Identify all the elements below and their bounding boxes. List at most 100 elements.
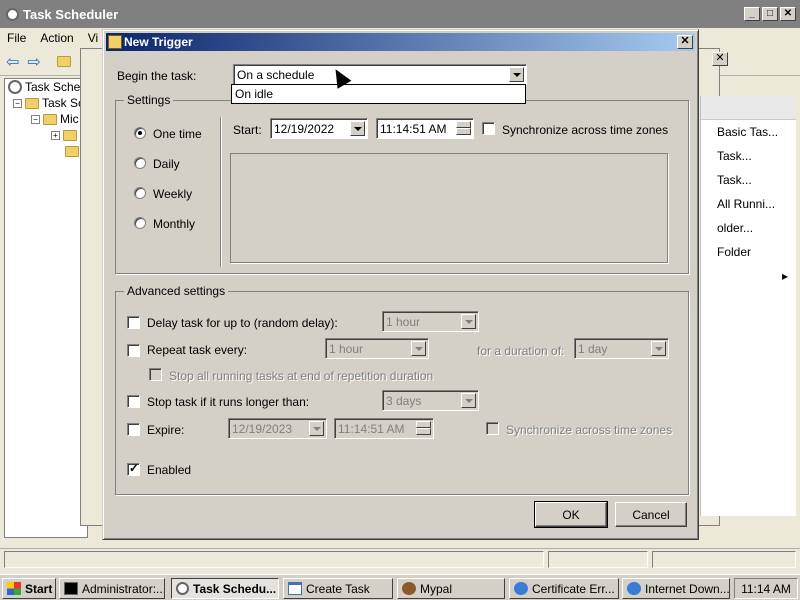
taskbar-item-label: Create Task: [306, 581, 370, 596]
chevron-down-icon[interactable]: [461, 393, 476, 408]
taskbar-item-label: Internet Down...: [645, 581, 730, 596]
action-item[interactable]: All Runni...: [701, 192, 796, 216]
tree-row-folder[interactable]: [5, 143, 87, 159]
enabled-label[interactable]: Enabled: [147, 463, 191, 477]
up-folder-icon[interactable]: [56, 56, 71, 67]
expire-time-spinner[interactable]: 11:14:51 AM: [334, 418, 434, 439]
tree-row-microsoft[interactable]: − Mic: [5, 111, 87, 127]
radio-monthly[interactable]: [134, 217, 146, 229]
taskbar-item[interactable]: Mypal: [397, 578, 505, 599]
radio-monthly-label[interactable]: Monthly: [153, 217, 195, 231]
chevron-down-icon[interactable]: [411, 341, 426, 356]
radio-daily-label[interactable]: Daily: [153, 157, 180, 171]
duration-value: 1 day: [578, 341, 608, 356]
taskbar-item-label: Mypal: [420, 581, 453, 596]
console-icon: [64, 582, 78, 595]
chevron-down-icon[interactable]: [509, 67, 524, 82]
dropdown-option-on-idle[interactable]: On idle: [235, 87, 273, 101]
radio-weekly[interactable]: [134, 187, 146, 199]
start-date-value: 12/19/2022: [274, 121, 335, 136]
actions-header: [701, 96, 796, 120]
maximize-button[interactable]: □: [762, 7, 778, 21]
spinner-arrows-icon[interactable]: [456, 121, 471, 136]
spinner-arrows-icon[interactable]: [416, 421, 431, 436]
tree-row-folder[interactable]: +: [5, 127, 87, 143]
delay-label[interactable]: Delay task for up to (random delay):: [147, 316, 338, 330]
menu-action[interactable]: Action: [33, 31, 80, 45]
ok-button[interactable]: OK: [534, 501, 608, 528]
minimize-button[interactable]: _: [744, 7, 760, 21]
back-arrow-icon[interactable]: ⇦: [6, 52, 19, 72]
taskbar: Start Administrator:... Task Schedu... C…: [0, 574, 800, 600]
duration-combo[interactable]: 1 day: [574, 338, 669, 359]
taskbar-item-label: Task Schedu...: [193, 581, 277, 596]
expire-sync-label: Synchronize across time zones: [506, 423, 673, 437]
expire-sync-checkbox[interactable]: [486, 422, 499, 435]
stop-task-label[interactable]: Stop task if it runs longer than:: [147, 395, 309, 409]
expire-time-value: 11:14:51 AM: [338, 421, 405, 436]
start-time-value: 11:14:51 AM: [380, 121, 447, 136]
chevron-down-icon[interactable]: [461, 314, 476, 329]
delay-checkbox[interactable]: [127, 316, 140, 329]
begin-task-combo[interactable]: On a schedule: [233, 64, 527, 85]
clock-icon: [176, 582, 189, 595]
windows-logo-icon: [7, 582, 21, 595]
menu-file[interactable]: File: [0, 31, 33, 45]
start-date-picker[interactable]: 12/19/2022: [270, 118, 368, 139]
start-button[interactable]: Start: [2, 578, 56, 599]
start-time-spinner[interactable]: 11:14:51 AM: [376, 118, 474, 139]
repeat-label[interactable]: Repeat task every:: [147, 343, 247, 357]
behind-close-icon[interactable]: ✕: [712, 52, 728, 66]
stop-task-checkbox[interactable]: [127, 395, 140, 408]
taskbar-item-label: Administrator:...: [82, 581, 165, 596]
system-tray-clock[interactable]: 11:14 AM: [734, 578, 798, 599]
chevron-right-icon[interactable]: ▸: [701, 264, 796, 288]
taskbar-item[interactable]: Task Schedu...: [171, 578, 279, 599]
expire-checkbox[interactable]: [127, 423, 140, 436]
repeat-combo[interactable]: 1 hour: [325, 338, 429, 359]
chevron-down-icon[interactable]: [350, 121, 365, 136]
chevron-down-icon[interactable]: [651, 341, 666, 356]
stop-task-value: 3 days: [386, 393, 422, 408]
radio-one-time[interactable]: [134, 127, 146, 139]
taskbar-item[interactable]: Certificate Err...: [509, 578, 619, 599]
expand-icon[interactable]: +: [51, 130, 60, 140]
settings-legend: Settings: [124, 93, 174, 107]
taskbar-item[interactable]: Administrator:...: [59, 578, 165, 599]
action-item[interactable]: Basic Tas...: [701, 120, 796, 144]
radio-one-time-label[interactable]: One time: [153, 127, 202, 141]
clock-text: 11:14 AM: [741, 581, 791, 596]
expire-date-picker[interactable]: 12/19/2023: [228, 418, 327, 439]
radio-daily[interactable]: [134, 157, 146, 169]
repeat-value: 1 hour: [329, 341, 364, 356]
taskbar-item[interactable]: Create Task: [283, 578, 393, 599]
repeat-checkbox[interactable]: [127, 344, 140, 357]
status-bar: [0, 548, 800, 570]
stop-task-combo[interactable]: 3 days: [382, 390, 479, 411]
cancel-button[interactable]: Cancel: [615, 502, 687, 527]
globe-icon: [514, 582, 528, 595]
action-item[interactable]: Task...: [701, 168, 796, 192]
collapse-icon[interactable]: −: [13, 98, 22, 108]
stop-all-checkbox[interactable]: [149, 368, 162, 381]
close-button[interactable]: ✕: [780, 7, 796, 21]
radio-weekly-label[interactable]: Weekly: [153, 187, 192, 201]
tree-row-root[interactable]: Task Sched: [5, 79, 87, 95]
stop-all-label: Stop all running tasks at end of repetit…: [169, 369, 434, 383]
forward-arrow-icon[interactable]: ⇨: [27, 52, 40, 72]
delay-combo[interactable]: 1 hour: [382, 311, 479, 332]
action-item[interactable]: Task...: [701, 144, 796, 168]
sync-timezones-label[interactable]: Synchronize across time zones: [502, 123, 668, 137]
enabled-checkbox[interactable]: [127, 461, 140, 476]
chevron-down-icon[interactable]: [309, 421, 324, 436]
dialog-titlebar: New Trigger ✕: [106, 33, 695, 51]
dialog-close-button[interactable]: ✕: [677, 35, 693, 49]
collapse-icon[interactable]: −: [31, 114, 40, 124]
sync-timezones-checkbox[interactable]: [482, 122, 495, 135]
tree-row-library[interactable]: − Task Sc: [5, 95, 87, 111]
status-pane: [4, 551, 544, 568]
expire-label[interactable]: Expire:: [147, 423, 184, 437]
taskbar-item[interactable]: Internet Down...: [622, 578, 730, 599]
action-item[interactable]: Folder: [701, 240, 796, 264]
action-item[interactable]: older...: [701, 216, 796, 240]
